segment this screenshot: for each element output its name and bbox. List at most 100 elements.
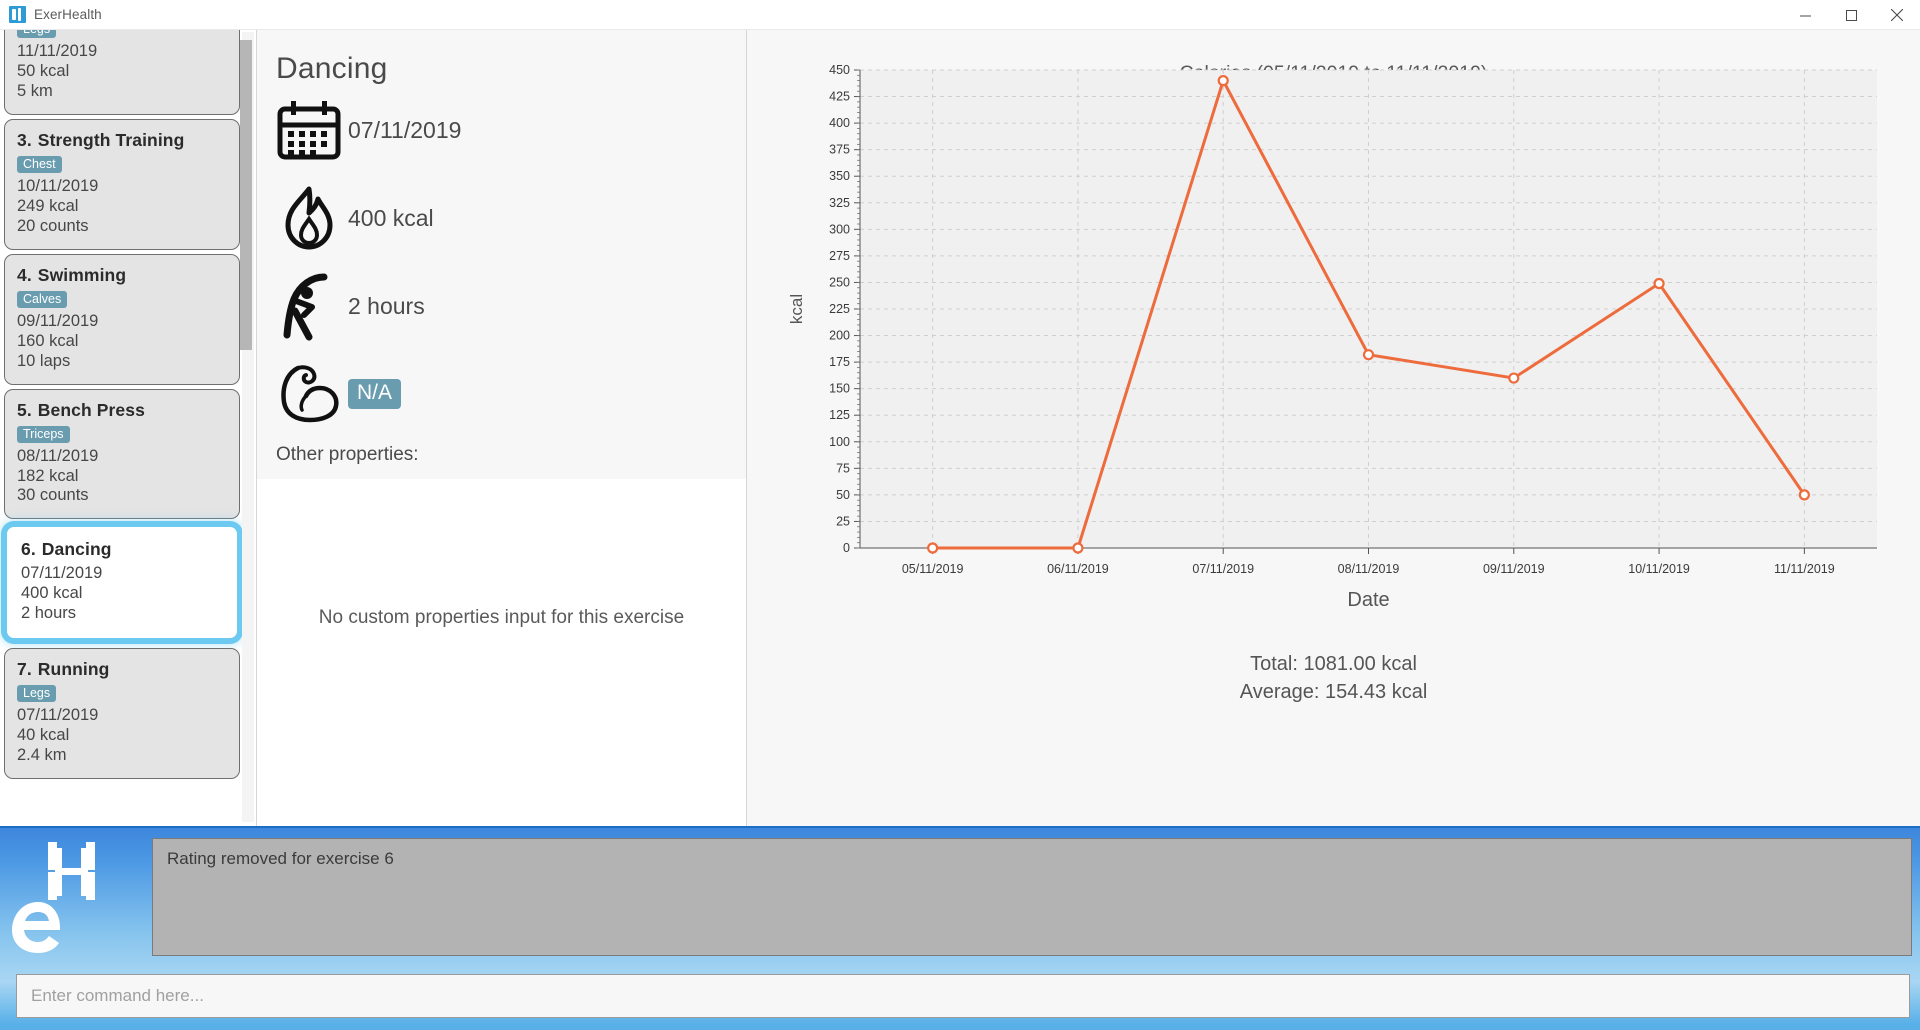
svg-text:225: 225 (829, 302, 850, 316)
svg-text:325: 325 (829, 196, 850, 210)
svg-text:175: 175 (829, 355, 850, 369)
exercise-tag-badge: Triceps (17, 425, 70, 443)
detail-calories-value: 400 kcal (348, 204, 434, 231)
exercise-title: 4. Swimming (17, 264, 127, 285)
main-content: 2. Legs 11/11/2019 50 kcal 5 km 3.Streng… (0, 30, 1920, 826)
svg-text:09/11/2019: 09/11/2019 (1483, 562, 1545, 576)
exercise-calories: 400 kcal (21, 584, 83, 603)
svg-text:06/11/2019: 06/11/2019 (1047, 562, 1109, 576)
detail-calories-row: 400 kcal (257, 174, 746, 262)
chart-total: Total: 1081.00 kcal (1250, 653, 1417, 675)
svg-text:150: 150 (829, 382, 850, 396)
svg-text:275: 275 (829, 249, 850, 263)
svg-text:400: 400 (829, 116, 850, 130)
window-title: ExerHealth (34, 7, 102, 22)
sidebar-scrollbar-thumb[interactable] (240, 40, 252, 350)
minimize-icon[interactable] (1782, 0, 1828, 30)
sidebar-scrollbar[interactable] (240, 32, 254, 822)
page-title: Dancing (276, 52, 388, 85)
exercise-calories: 249 kcal (17, 196, 79, 215)
exercise-title: 3. Strength Training (17, 129, 185, 150)
svg-text:50: 50 (836, 488, 850, 502)
chart-summary: Total: 1081.00 kcal Average: 154.43 kcal (747, 650, 1920, 706)
svg-text:kcal: kcal (787, 294, 806, 324)
console-log-message: Rating removed for exercise 6 (167, 849, 394, 868)
detail-duration-value: 2 hours (348, 292, 425, 319)
exercise-title: 5. Bench Press (17, 399, 145, 420)
window-controls (1782, 0, 1920, 30)
exercise-amount: 2 hours (21, 604, 77, 623)
console-panel: Rating removed for exercise 6 Enter comm… (0, 826, 1920, 1030)
command-input-placeholder: Enter command here... (31, 986, 204, 1005)
exercise-amount: 30 counts (17, 486, 89, 505)
console-log-box[interactable]: Rating removed for exercise 6 (152, 838, 1912, 956)
exercise-amount: 5 km (17, 81, 53, 100)
svg-text:450: 450 (829, 63, 850, 77)
svg-text:425: 425 (829, 90, 850, 104)
exercise-list: 2. Legs 11/11/2019 50 kcal 5 km 3.Streng… (0, 30, 248, 783)
list-item[interactable]: 2. Legs 11/11/2019 50 kcal 5 km (4, 30, 240, 115)
svg-text:11/11/2019: 11/11/2019 (1774, 562, 1835, 576)
detail-date-row: 07/11/2019 (257, 86, 746, 174)
exercise-tag-badge: Calves (17, 290, 68, 308)
svg-text:10/11/2019: 10/11/2019 (1628, 562, 1690, 576)
exercise-date: 10/11/2019 (17, 176, 99, 195)
exercise-title: 6. Dancing (21, 539, 112, 560)
title-bar: ExerHealth (0, 0, 1920, 30)
chart-average: Average: 154.43 kcal (1239, 681, 1428, 703)
flame-icon (276, 185, 348, 251)
detail-date-value: 07/11/2019 (348, 116, 462, 143)
detail-rating-row: N/A (257, 350, 746, 438)
maximize-icon[interactable] (1828, 0, 1874, 30)
exercise-list-panel: 2. Legs 11/11/2019 50 kcal 5 km 3.Streng… (0, 30, 256, 826)
command-input[interactable]: Enter command here... (16, 974, 1910, 1018)
exercise-tag-badge: Legs (17, 685, 57, 703)
list-item-selected[interactable]: 6. Dancing 07/11/2019 400 kcal 2 hours (6, 526, 238, 640)
exercise-title: 7. Running (17, 659, 110, 680)
list-item[interactable]: 7. Running Legs 07/11/2019 40 kcal 2.4 km (4, 648, 240, 780)
exercise-date: 09/11/2019 (17, 311, 99, 330)
svg-text:375: 375 (829, 143, 850, 157)
svg-text:350: 350 (829, 169, 850, 183)
exercise-calories: 50 kcal (17, 61, 70, 80)
exercise-date: 07/11/2019 (17, 706, 99, 725)
exercise-tag-badge: Chest (17, 155, 62, 173)
other-properties-body: No custom properties input for this exer… (257, 479, 746, 826)
list-item[interactable]: 3. Strength Training Chest 10/11/2019 249… (4, 118, 240, 250)
svg-text:300: 300 (829, 222, 850, 236)
no-properties-message: No custom properties input for this exer… (318, 606, 685, 628)
svg-text:08/11/2019: 08/11/2019 (1338, 562, 1400, 576)
svg-text:25: 25 (836, 514, 850, 528)
svg-text:05/11/2019: 05/11/2019 (902, 562, 964, 576)
stretching-person-icon (276, 271, 348, 341)
exercise-calories: 182 kcal (17, 466, 79, 485)
svg-text:200: 200 (829, 329, 850, 343)
list-item[interactable]: 4. Swimming Calves 09/11/2019 160 kcal 10… (4, 253, 240, 385)
exercise-detail-panel: Dancing 07/11/2019 400 kcal 2 hours N/A … (257, 30, 746, 826)
calories-chart-panel: Calories (05/11/2019 to 11/11/2019) 0255… (747, 30, 1920, 826)
detail-header: Dancing (257, 30, 746, 86)
exercise-amount: 2.4 km (17, 746, 67, 765)
exercise-amount: 20 counts (17, 216, 89, 235)
other-properties-label: Other properties: (276, 444, 419, 465)
close-icon[interactable] (1874, 0, 1920, 30)
calendar-icon (276, 99, 348, 161)
exerhealth-dumbbell-logo-icon (12, 842, 95, 953)
svg-text:0: 0 (843, 541, 850, 555)
svg-text:100: 100 (829, 435, 850, 449)
svg-text:Date: Date (1347, 589, 1389, 611)
svg-text:07/11/2019: 07/11/2019 (1192, 562, 1254, 576)
exercise-amount: 10 laps (17, 351, 71, 370)
exercise-date: 07/11/2019 (21, 564, 103, 583)
calories-line-chart: 0 25 50 75 100 125 150 175 200 225 250 275 300 325 350… (787, 63, 1877, 611)
exerhealth-logo-icon (9, 6, 26, 23)
svg-text:125: 125 (829, 408, 850, 422)
svg-text:250: 250 (829, 275, 850, 289)
exercise-calories: 160 kcal (17, 331, 79, 350)
detail-duration-row: 2 hours (257, 262, 746, 350)
list-item[interactable]: 5. Bench Press Triceps 08/11/2019 182 kca… (4, 388, 240, 520)
exercise-date: 08/11/2019 (17, 446, 99, 465)
svg-text:75: 75 (836, 461, 850, 475)
exercise-date: 11/11/2019 (17, 42, 98, 60)
rating-badge: N/A (348, 379, 402, 409)
